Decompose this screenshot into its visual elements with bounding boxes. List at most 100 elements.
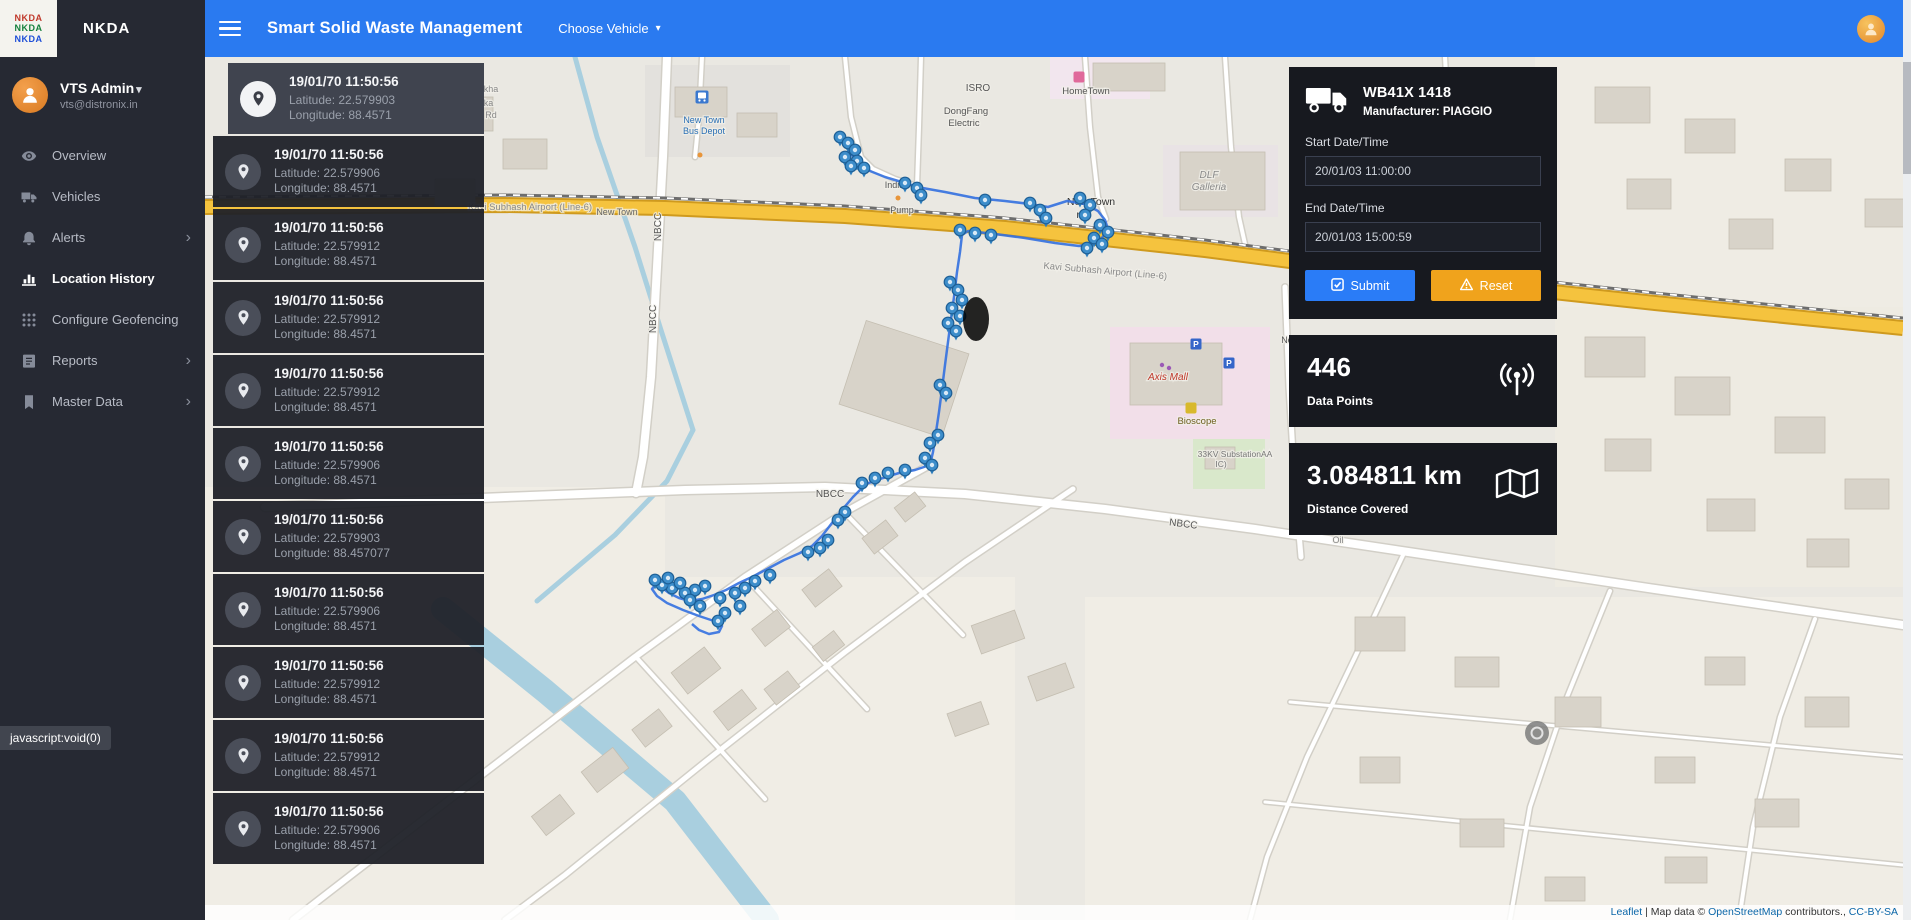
scrollbar-thumb[interactable] [1903,62,1911,174]
map-pin-icon [225,738,261,774]
timestamp: 19/01/70 11:50:56 [274,293,384,308]
timestamp: 19/01/70 11:50:56 [274,731,384,746]
map-label: Electric [948,118,979,129]
location-list-item[interactable]: 19/01/70 11:50:56Latitude: 22.579912Long… [213,282,484,353]
sidebar-item-vehicles[interactable]: Vehicles [0,176,205,217]
map-pin-icon [225,373,261,409]
choose-vehicle-dropdown[interactable]: Choose Vehicle ▾ [558,21,660,36]
sidebar-item-label: Alerts [52,230,85,245]
cinema-poi-icon [1186,403,1197,414]
sidebar-item-label: Overview [52,148,106,163]
latitude: Latitude: 22.579906 [274,823,384,838]
sidebar-menu: OverviewVehiclesAlerts›Location HistoryC… [0,135,205,422]
longitude: Longitude: 88.4571 [274,400,384,415]
timestamp: 19/01/70 11:50:56 [274,585,384,600]
location-list-item[interactable]: 19/01/70 11:50:56Latitude: 22.579912Long… [213,355,484,426]
start-date-input[interactable] [1305,156,1541,186]
logo-text: NKDA [15,34,43,44]
brand-name: NKDA [83,20,130,37]
sidebar-item-label: Vehicles [52,189,100,204]
purple-dot-icon [1160,363,1164,367]
right-panel: WB41X 1418 Manufacturer: PIAGGIO Start D… [1289,67,1557,551]
map-label: Pump [890,205,914,215]
sidebar-item-master-data[interactable]: Master Data› [0,381,205,422]
timestamp: 19/01/70 11:50:56 [274,147,384,162]
building [1675,377,1730,415]
purple-dot-icon [1167,366,1171,370]
building [1460,819,1504,847]
map-pin-icon [225,811,261,847]
longitude: Longitude: 88.4571 [274,327,384,342]
profile-avatar[interactable] [1857,15,1885,43]
location-list-item[interactable]: 19/01/70 11:50:56Latitude: 22.579906Long… [213,574,484,645]
map-label: NBCC [653,213,664,241]
longitude: Longitude: 88.4571 [274,254,384,269]
building [737,113,777,137]
app-root: NKDA NKDA NKDA NKDA VTS Admin▾ vts@distr… [0,0,1911,920]
location-list-item[interactable]: 19/01/70 11:50:56Latitude: 22.579906Long… [213,793,484,864]
longitude: Longitude: 88.4571 [274,473,384,488]
latitude: Latitude: 22.579912 [274,750,384,765]
selected-marker-shadow [963,297,989,341]
sidebar-item-alerts[interactable]: Alerts› [0,217,205,258]
sidebar-item-label: Location History [52,271,155,286]
longitude: Longitude: 88.4571 [274,838,384,853]
nkda-logo[interactable]: NKDA NKDA NKDA [0,0,57,57]
location-list-item[interactable]: 19/01/70 11:50:56Latitude: 22.579912Long… [213,209,484,280]
map-label: Galleria [1192,182,1227,193]
chevron-right-icon: › [186,394,191,410]
map-area[interactable]: PPNBCCNBCCNBCCNBCCNew TownNew TownraISRO… [205,57,1903,920]
sidebar-item-configure-geofencing[interactable]: Configure Geofencing [0,299,205,340]
location-list-item[interactable]: 19/01/70 11:50:56Latitude: 22.579903Long… [228,63,484,134]
map-label: DongFang [944,106,988,117]
start-date-label: Start Date/Time [1305,135,1541,149]
broadcast-tower-icon [1495,358,1539,403]
timestamp: 19/01/70 11:50:56 [274,220,384,235]
map-pin-icon [225,227,261,263]
chevron-down-icon: ▾ [656,23,661,34]
vertical-scrollbar[interactable] [1903,0,1911,920]
sidebar-item-label: Configure Geofencing [52,312,178,327]
location-list-item[interactable]: 19/01/70 11:50:56Latitude: 22.579912Long… [213,647,484,718]
building [1805,697,1849,727]
map-label: Kavi Subhash Airport (Line-6) [468,202,592,213]
end-date-input[interactable] [1305,222,1541,252]
location-list-item[interactable]: 19/01/70 11:50:56Latitude: 22.579903Long… [213,501,484,572]
map-label: NBCC [648,305,659,333]
hamburger-menu-icon[interactable] [219,21,241,37]
map-control-button[interactable] [1525,721,1549,745]
svg-text:P: P [1193,339,1199,349]
data-points-value: 446 [1307,352,1373,383]
longitude: Longitude: 88.4571 [274,181,384,196]
building [1845,479,1889,509]
map-label: ISRO [966,83,991,94]
submit-button[interactable]: Submit [1305,270,1415,301]
map-label: New Town [683,115,724,125]
location-list-item[interactable]: 19/01/70 11:50:56Latitude: 22.579912Long… [213,720,484,791]
parking-icon: P [1224,358,1235,369]
sidebar-item-overview[interactable]: Overview [0,135,205,176]
location-list-item[interactable]: 19/01/70 11:50:56 Latitude: 22.579906Long… [213,136,484,207]
fuel-poi-icon [896,196,901,201]
osm-link[interactable]: OpenStreetMap [1708,906,1782,918]
building [1785,159,1831,191]
location-list-item[interactable]: 19/01/70 11:50:56Latitude: 22.579906Long… [213,428,484,499]
sidebar-item-reports[interactable]: Reports› [0,340,205,381]
latitude: Latitude: 22.579906 [274,166,384,181]
leaflet-link[interactable]: Leaflet [1611,906,1643,918]
hometown-poi-icon [1074,72,1085,83]
map-pin-icon [225,154,261,190]
page-title: Smart Solid Waste Management [267,19,522,38]
building [1595,87,1650,123]
building [1665,857,1707,883]
user-profile[interactable]: VTS Admin▾ vts@distronix.in [0,57,205,129]
license-link[interactable]: CC-BY-SA [1849,906,1898,918]
map-label: NBCC [816,489,844,500]
reset-button[interactable]: Reset [1431,270,1541,301]
map-label: Bus Depot [683,126,726,136]
sidebar-item-location-history[interactable]: Location History [0,258,205,299]
end-date-label: End Date/Time [1305,201,1541,215]
building [1707,499,1755,531]
bell-icon [20,229,37,246]
map-label: IC) [1215,459,1227,469]
